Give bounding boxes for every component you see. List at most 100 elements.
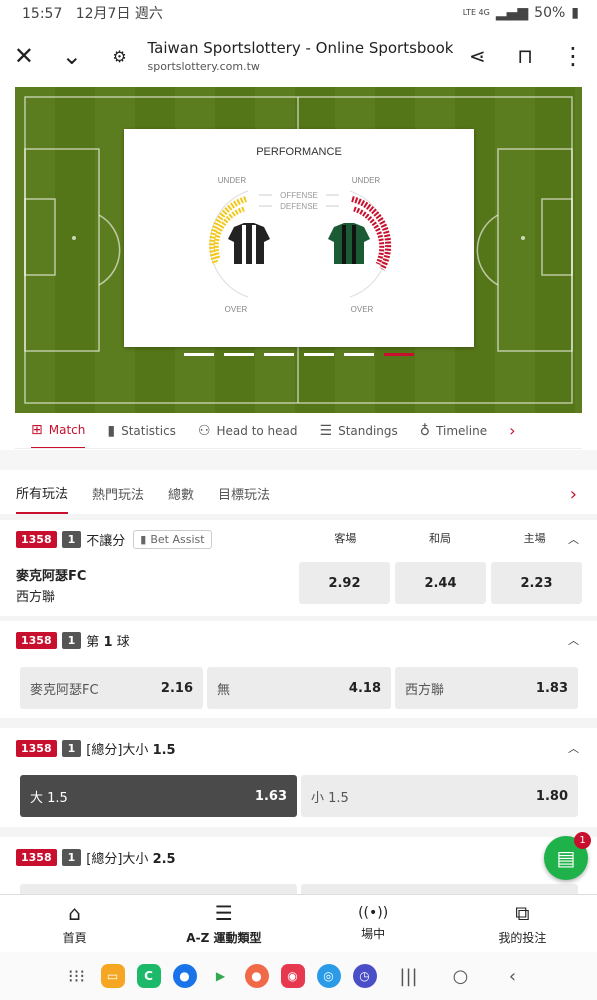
market-title-prefix: [總分]大小	[86, 742, 149, 758]
chevron-down-icon[interactable]: ⌄	[48, 32, 96, 80]
option-button[interactable]	[20, 884, 297, 894]
odd-value: 2.23	[520, 575, 553, 591]
odd-value: 1.80	[535, 788, 568, 804]
tab-label: Timeline	[436, 423, 488, 438]
close-icon[interactable]: ✕	[0, 32, 48, 80]
chevron-right-icon[interactable]: ›	[570, 484, 577, 505]
messages-app-icon[interactable]: ●	[172, 964, 197, 988]
users-icon: ⚇	[197, 422, 211, 439]
back-icon[interactable]: ‹	[493, 966, 533, 987]
tab-statistics[interactable]: ▮ Statistics	[107, 413, 176, 448]
option-button[interactable]: 麥克阿瑟FC 2.16	[20, 667, 203, 709]
nav-my-bets[interactable]: ⧉ 我的投注	[448, 895, 597, 952]
market-number-badge: 1	[61, 631, 82, 649]
column-headers: 客場 和局 主場	[298, 520, 582, 558]
jersey-right-icon	[328, 223, 370, 264]
tab-head-to-head[interactable]: ⚇ Head to head	[197, 413, 298, 448]
play-store-icon[interactable]: ▶	[209, 964, 233, 988]
option-label: 大 1.5	[30, 790, 68, 806]
option-button[interactable]	[301, 884, 578, 894]
app-drawer-icon[interactable]: ⁝⁝⁝	[65, 966, 89, 987]
odd-value: 1.83	[535, 680, 568, 696]
match-code-badge: 1358	[16, 848, 57, 866]
market-title-prefix: [總分]大小	[86, 851, 149, 867]
recent-apps-icon[interactable]: |||	[389, 966, 429, 987]
option-label: 小 1.5	[311, 790, 349, 806]
odd-home-button[interactable]: 2.23	[491, 562, 582, 604]
market-tab-all[interactable]: 所有玩法	[16, 472, 69, 514]
market-title-number: 1	[103, 634, 113, 650]
odd-draw-button[interactable]: 2.44	[395, 562, 486, 604]
nav-label: 場中	[361, 927, 386, 941]
collapse-icon[interactable]: ︿	[568, 632, 579, 648]
over-left-label: OVER	[225, 305, 248, 314]
tab-match[interactable]: ⊞ Match	[31, 413, 86, 448]
option-button[interactable]: 無 4.18	[207, 667, 391, 709]
market-title-prefix: 第	[86, 634, 100, 650]
status-time-date: 15:57 12月7日 週六	[22, 3, 163, 23]
menu-icon: ☰	[214, 901, 233, 925]
site-settings-icon[interactable]: ⚙	[96, 32, 144, 80]
col-away: 客場	[334, 532, 357, 545]
market-total-2-5: 1358 1 [總分]大小 2.5	[0, 838, 597, 894]
nav-a-z-sports[interactable]: ☰ A-Z 運動類型	[149, 895, 298, 952]
url-block[interactable]: Taiwan Sportslottery - Online Sportsbook…	[147, 39, 453, 73]
market-tabs: 所有玩法 熱門玩法 總數 目標玩法 ›	[0, 472, 597, 514]
live-icon: ((•))	[358, 905, 389, 921]
option-button[interactable]: 小 1.5 1.80	[301, 775, 578, 817]
separator	[0, 827, 597, 837]
market-number-badge: 1	[61, 530, 82, 548]
odd-away-button[interactable]: 2.92	[299, 562, 390, 604]
collapse-icon[interactable]: ︿	[568, 740, 579, 756]
nav-home[interactable]: ⌂ 首頁	[0, 895, 149, 952]
files-app-icon[interactable]: ▭	[100, 964, 125, 988]
collapse-icon[interactable]: ︿	[568, 531, 579, 547]
browser-app-icon[interactable]: ◎	[316, 964, 341, 988]
market-first-goal: 1358 1 第 1 球 ︿ 麥克阿瑟FC 2.16 無 4.18 西方聯 1.83	[0, 621, 597, 718]
performance-card: PERFORMANCE UNDER UNDER OFFENSE DEFENSE …	[124, 129, 474, 347]
nav-live[interactable]: ((•)) 場中	[299, 895, 448, 952]
market-title-suffix: 球	[116, 634, 130, 650]
team-home: 西方聯	[16, 590, 56, 605]
carousel-dot[interactable]	[223, 353, 254, 356]
market-tab-totals[interactable]: 總數	[168, 472, 194, 514]
more-options-icon[interactable]: ⋮	[549, 32, 597, 80]
camera-app-icon[interactable]: ◉	[280, 964, 305, 988]
clock-app-icon[interactable]: ◷	[352, 964, 377, 988]
contacts-app-icon[interactable]: ●	[244, 964, 269, 988]
tab-timeline[interactable]: ♁ Timeline	[420, 413, 488, 448]
odd-value: 4.18	[348, 680, 381, 696]
carousel-dot[interactable]	[183, 353, 214, 356]
share-icon[interactable]: ⋖	[453, 32, 501, 80]
col-draw: 和局	[429, 532, 451, 545]
home-button-icon[interactable]: ○	[441, 966, 481, 987]
carousel-dot[interactable]	[343, 353, 374, 356]
separator	[0, 718, 597, 728]
market-title-number: 1.5	[152, 742, 176, 758]
tab-label: Standings	[338, 423, 398, 438]
carousel-dot-active[interactable]	[383, 353, 414, 356]
line-app-icon[interactable]: C	[136, 964, 161, 988]
market-title: 第 1 球	[86, 631, 129, 650]
bet-assist-button[interactable]: ▮ Bet Assist	[133, 529, 212, 549]
carousel-dot[interactable]	[263, 353, 294, 356]
system-navigation: ⁝⁝⁝ ▭ C ● ▶ ● ◉ ◎ ◷ ||| ○ ‹	[0, 952, 597, 1000]
page-title: Taiwan Sportslottery - Online Sportsbook	[147, 39, 454, 57]
tabs-scroll-right[interactable]: ›	[509, 413, 515, 448]
carousel-dot[interactable]	[303, 353, 334, 356]
market-header: 1358 1 [總分]大小 1.5 ︿	[0, 729, 597, 767]
list-icon: ☰	[319, 422, 333, 439]
match-code-badge: 1358	[16, 631, 57, 649]
page-host: sportslottery.com.tw	[147, 60, 260, 73]
performance-title: PERFORMANCE	[256, 146, 342, 158]
tab-standings[interactable]: ☰ Standings	[319, 413, 398, 448]
market-title: 不讓分	[86, 533, 126, 549]
option-button-selected[interactable]: 大 1.5 1.63	[20, 775, 297, 817]
bet-assist-label: Bet Assist	[150, 532, 205, 546]
nav-label: A-Z 運動類型	[186, 931, 262, 945]
bookmark-icon[interactable]: ⊓	[501, 32, 549, 80]
market-tab-popular[interactable]: 熱門玩法	[92, 472, 144, 514]
market-tab-goals[interactable]: 目標玩法	[218, 472, 270, 514]
tab-label: Head to head	[216, 423, 298, 438]
option-button[interactable]: 西方聯 1.83	[395, 667, 578, 709]
